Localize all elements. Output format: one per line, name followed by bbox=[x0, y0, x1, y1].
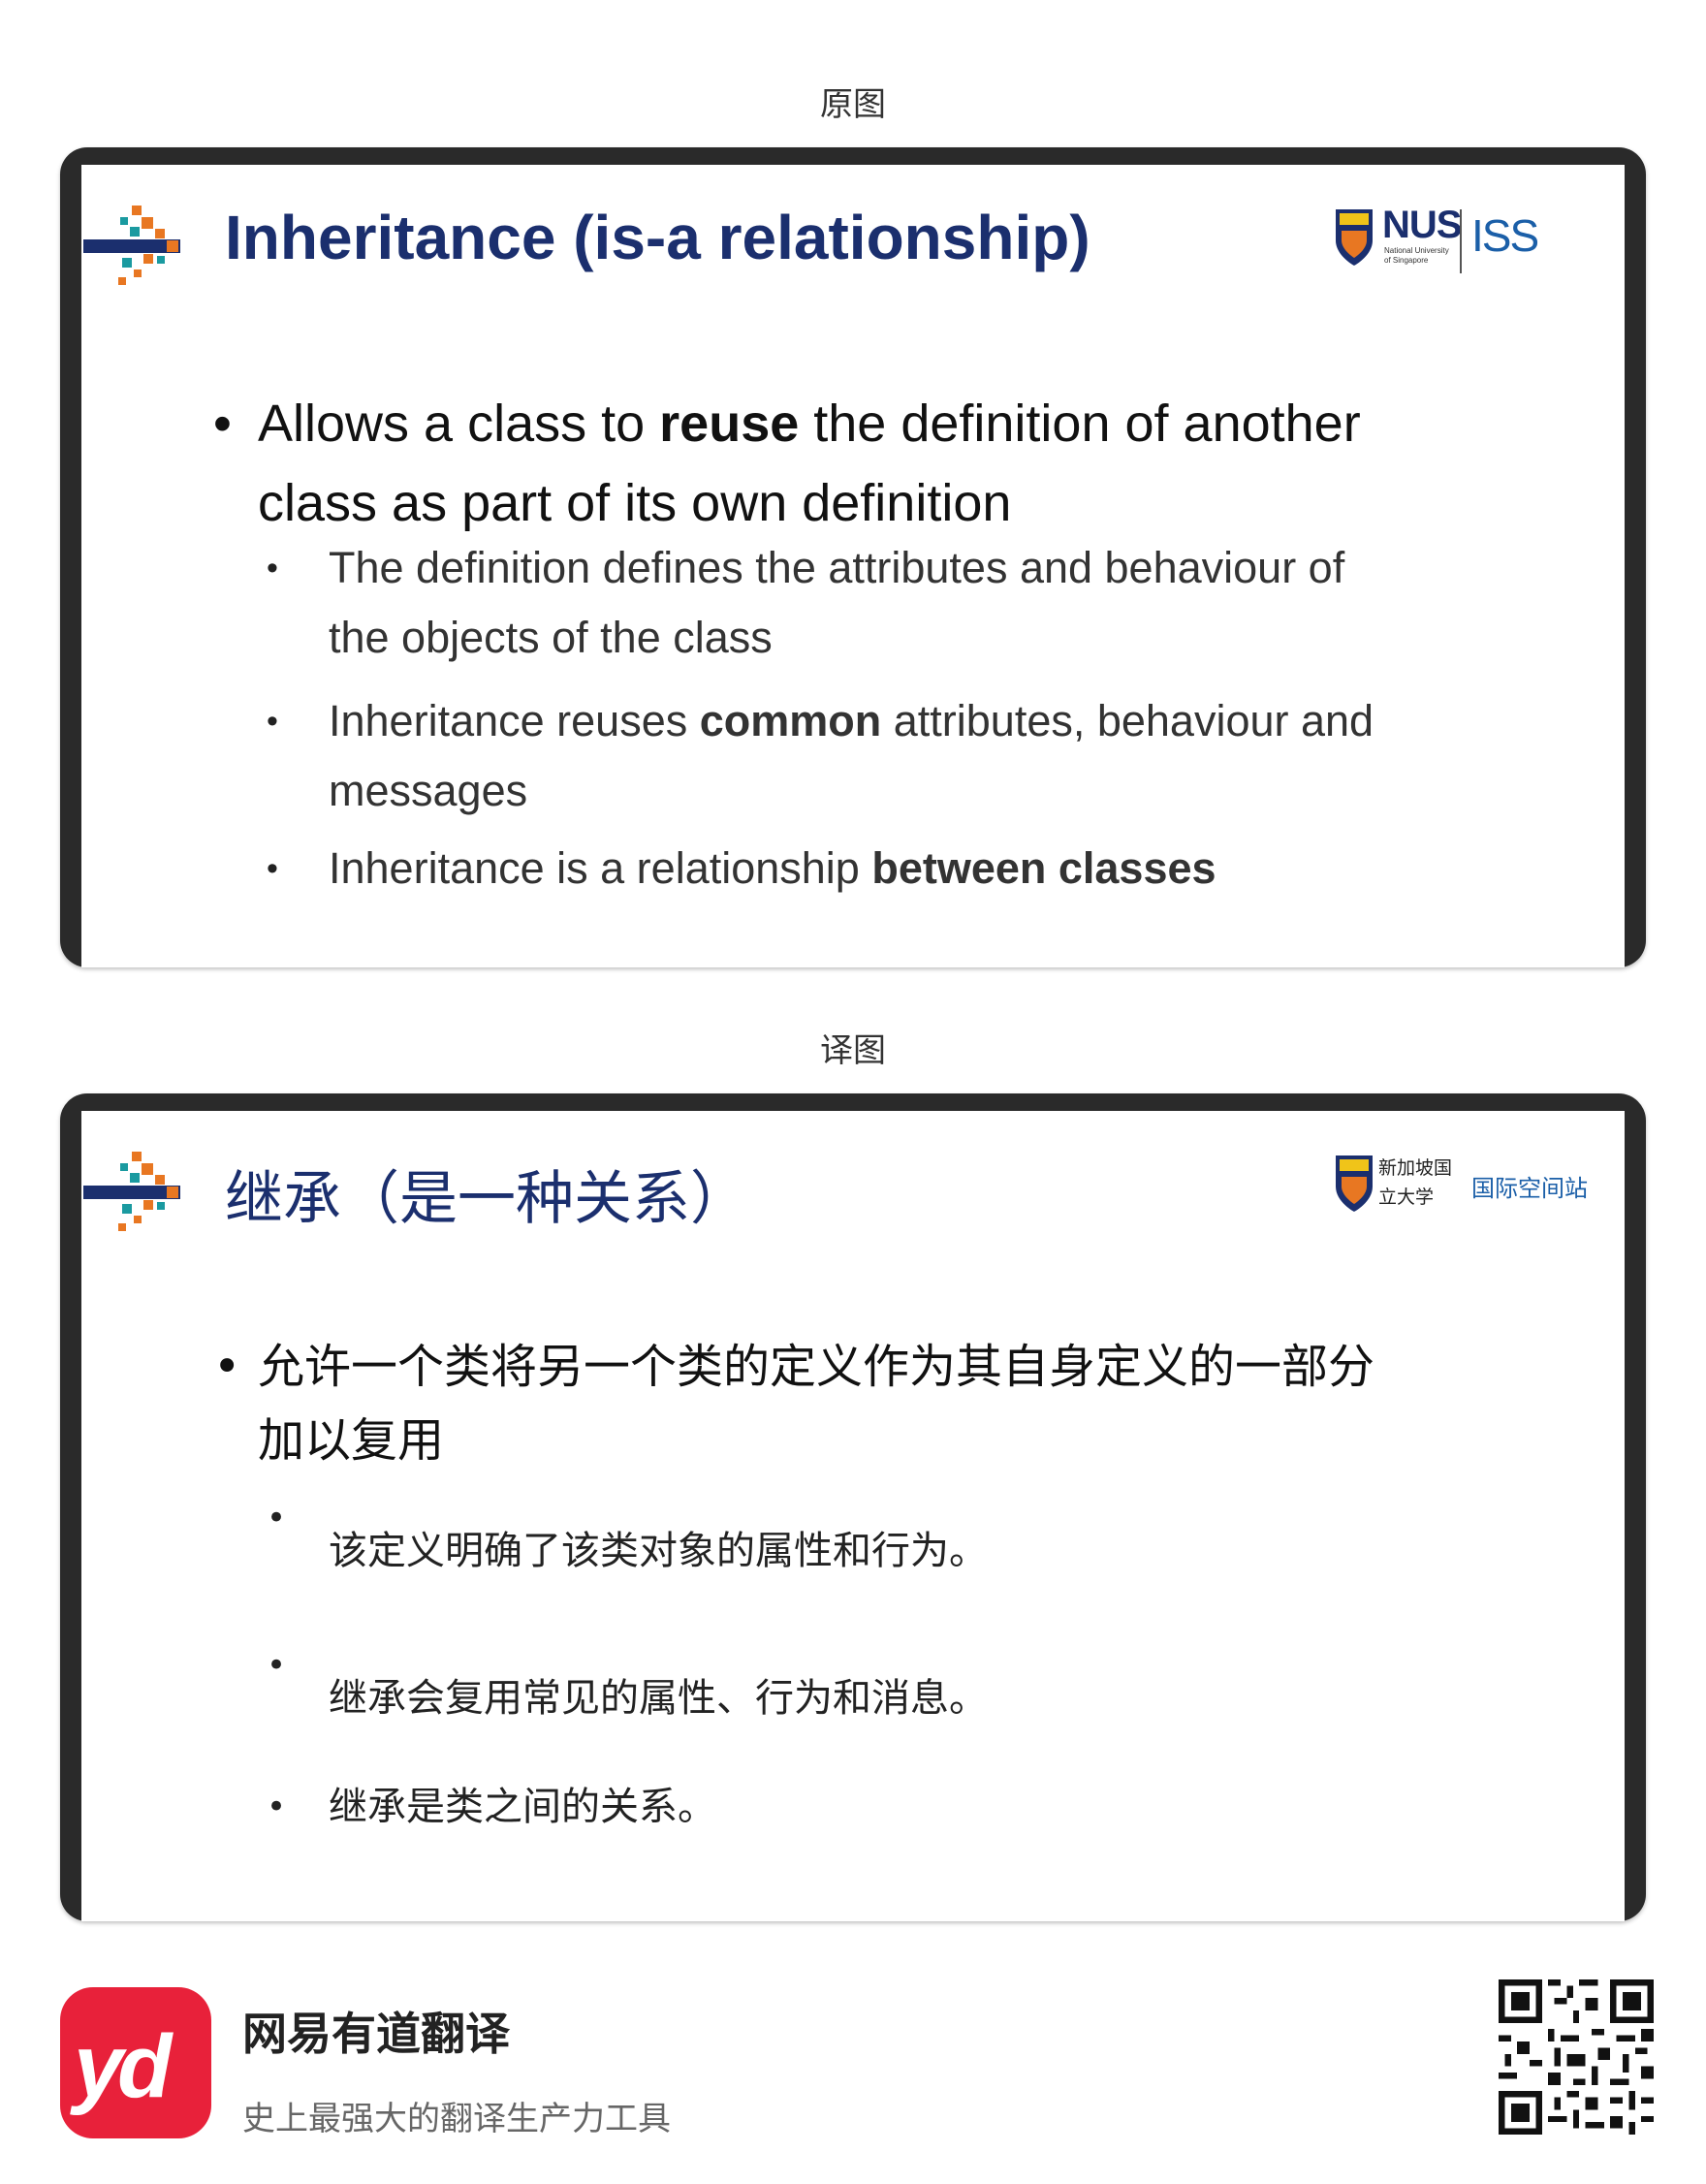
nus-wordmark: NUS bbox=[1382, 204, 1462, 246]
logo-divider bbox=[1460, 209, 1462, 273]
nus-subtitle: National University of Singapore bbox=[1384, 246, 1462, 266]
original-slide-frame: Inheritance (is-a relationship) NUS Nati… bbox=[60, 147, 1646, 967]
sub-bullet-2: • Inheritance reuses common attributes, … bbox=[267, 686, 1540, 826]
nus-iss-logo: NUS National University of Singapore ISS bbox=[1334, 204, 1557, 281]
sub-bullet-3: • Inheritance is a relationship between … bbox=[267, 834, 1540, 903]
sub-bullet-translated-1-text: 该定义明确了该类对象的属性和行为。 bbox=[329, 1529, 988, 1573]
sub-bullet-1: • The definition defines the attributes … bbox=[267, 533, 1540, 673]
sub-bullet-translated-2-text: 继承会复用常见的属性、行为和消息。 bbox=[329, 1676, 988, 1721]
translated-section-label: 译图 bbox=[820, 1031, 886, 1070]
main-bullet-line1: Allows a class to reuse the definition o… bbox=[258, 395, 1361, 453]
bullet-dot: • bbox=[267, 1788, 287, 1826]
nus-name-line2: 立大学 bbox=[1378, 1187, 1435, 1208]
app-slogan: 史上最强大的翻译生产力工具 bbox=[242, 2100, 671, 2138]
main-bullet-translated-line2: 加以复用 bbox=[258, 1413, 445, 1468]
sub-bullet-1-line2: the objects of the class bbox=[329, 613, 773, 662]
slide-logo-icon bbox=[83, 206, 180, 285]
original-slide: Inheritance (is-a relationship) NUS Nati… bbox=[81, 165, 1625, 967]
slide-title-translated: 继承（是一种关系） bbox=[225, 1165, 748, 1233]
bullet-dot: • bbox=[213, 395, 232, 453]
bullet-dot: • bbox=[267, 703, 278, 740]
translated-slide: 继承（是一种关系） 新加坡国 立大学 国际空间站 • 允许一个类将另一个类的定义… bbox=[81, 1111, 1625, 1921]
app-name: 网易有道翻译 bbox=[242, 2008, 510, 2060]
nus-name-translated: 新加坡国 立大学 bbox=[1378, 1154, 1475, 1212]
translated-slide-frame: 继承（是一种关系） 新加坡国 立大学 国际空间站 • 允许一个类将另一个类的定义… bbox=[60, 1093, 1646, 1921]
youdao-logo: yd bbox=[60, 1987, 211, 2138]
nus-iss-logo-translated: 新加坡国 立大学 国际空间站 bbox=[1334, 1150, 1588, 1227]
bullet-dot: • bbox=[267, 1499, 287, 1537]
nus-crest-icon bbox=[1336, 209, 1373, 266]
iss-name-translated: 国际空间站 bbox=[1471, 1175, 1588, 1202]
nus-subtitle-line2: of Singapore bbox=[1384, 256, 1429, 265]
bullet-dot: • bbox=[267, 550, 278, 586]
main-bullet-line2: class as part of its own definition bbox=[258, 474, 1012, 532]
iss-wordmark: ISS bbox=[1471, 210, 1539, 261]
main-bullet: • Allows a class to reuse the definition… bbox=[213, 384, 1518, 543]
sub-bullet-translated-1: • 该定义明确了该类对象的属性和行为。 bbox=[267, 1489, 1540, 1580]
nus-name-line1: 新加坡国 bbox=[1378, 1157, 1453, 1179]
slide-logo-icon bbox=[83, 1152, 180, 1231]
sub-bullet-2-line2: messages bbox=[329, 766, 528, 815]
sub-bullet-translated-3-text: 继承是类之间的关系。 bbox=[329, 1785, 716, 1829]
slide-title: Inheritance (is-a relationship) bbox=[225, 203, 1090, 272]
original-section-label: 原图 bbox=[820, 85, 886, 124]
sub-bullet-translated-2: • 继承会复用常见的属性、行为和消息。 bbox=[267, 1636, 1540, 1727]
nus-crest-icon bbox=[1336, 1155, 1373, 1212]
main-bullet-translated-line1: 允许一个类将另一个类的定义作为其自身定义的一部分 bbox=[258, 1340, 1375, 1394]
sub-bullet-1-line1: The definition defines the attributes an… bbox=[329, 543, 1345, 592]
sub-bullet-3-line1: Inheritance is a relationship between cl… bbox=[329, 843, 1216, 893]
bullet-dot: • bbox=[213, 1340, 241, 1394]
sub-bullet-2-line1: Inheritance reuses common attributes, be… bbox=[329, 696, 1374, 745]
sub-bullet-translated-3: • 继承是类之间的关系。 bbox=[267, 1778, 1540, 1836]
bullet-dot: • bbox=[267, 1646, 287, 1685]
youdao-logo-text: yd bbox=[74, 2017, 172, 2116]
bullet-dot: • bbox=[267, 850, 278, 887]
nus-subtitle-line1: National University bbox=[1384, 246, 1449, 255]
main-bullet-translated: • 允许一个类将另一个类的定义作为其自身定义的一部分 加以复用 bbox=[213, 1330, 1518, 1477]
qr-code-icon bbox=[1499, 1979, 1654, 2135]
